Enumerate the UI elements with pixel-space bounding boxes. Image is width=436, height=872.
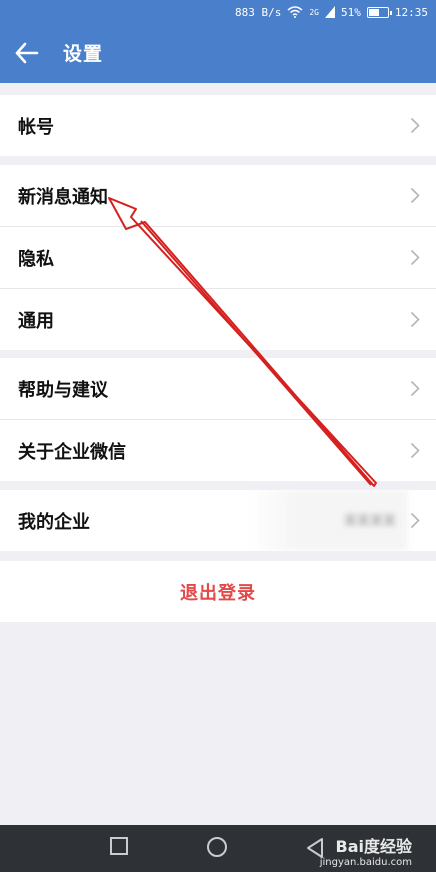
settings-item-label: 帐号 — [18, 116, 54, 138]
app-header: 883 B/s 2G 51% 12:35 设置 — [0, 0, 436, 83]
settings-item-label: 关于企业微信 — [18, 441, 126, 463]
settings-item-privacy[interactable]: 隐私 — [0, 226, 436, 288]
settings-item-label: 通用 — [18, 310, 54, 332]
battery-icon — [366, 6, 392, 18]
enterprise-name-value: 某某某某 — [343, 514, 396, 529]
chevron-right-icon — [410, 187, 420, 204]
watermark-brand: Bai度经验 — [335, 837, 412, 856]
wifi-icon — [287, 6, 303, 18]
settings-item-help[interactable]: 帮助与建议 — [0, 358, 436, 419]
chevron-right-icon — [410, 249, 420, 266]
signal-icon — [325, 6, 335, 18]
settings-item-general[interactable]: 通用 — [0, 288, 436, 350]
home-icon[interactable] — [207, 837, 227, 857]
settings-item-about[interactable]: 关于企业微信 — [0, 419, 436, 481]
settings-item-account[interactable]: 帐号 — [0, 95, 436, 156]
watermark-site: jingyan.baidu.com — [319, 857, 412, 868]
settings-item-label: 隐私 — [18, 248, 54, 270]
settings-group-account: 帐号 — [0, 95, 436, 156]
recent-apps-icon[interactable] — [110, 837, 128, 855]
settings-item-my-enterprise[interactable]: 我的企业 某某某某 — [0, 490, 436, 551]
settings-group-enterprise: 我的企业 某某某某 — [0, 490, 436, 551]
back-arrow-icon[interactable] — [14, 41, 40, 65]
settings-group-general: 新消息通知 隐私 通用 — [0, 165, 436, 350]
chevron-right-icon — [410, 117, 420, 134]
clock: 12:35 — [394, 5, 428, 19]
settings-item-label: 帮助与建议 — [18, 379, 108, 401]
chevron-right-icon — [410, 442, 420, 459]
settings-item-label: 新消息通知 — [18, 186, 108, 208]
chevron-right-icon — [410, 380, 420, 397]
chevron-right-icon — [410, 512, 420, 529]
status-bar: 883 B/s 2G 51% 12:35 — [235, 4, 428, 20]
logout-label: 退出登录 — [180, 582, 256, 604]
network-speed: 883 B/s — [235, 5, 282, 19]
network-type: 2G — [309, 7, 319, 17]
watermark: Bai度经验 jingyan.baidu.com — [320, 833, 412, 868]
battery-percent: 51% — [341, 5, 361, 19]
settings-item-label: 我的企业 — [18, 511, 90, 533]
chevron-right-icon — [410, 311, 420, 328]
page-title: 设置 — [63, 43, 104, 65]
settings-item-notifications[interactable]: 新消息通知 — [0, 165, 436, 226]
settings-group-help: 帮助与建议 关于企业微信 — [0, 358, 436, 481]
logout-button[interactable]: 退出登录 — [0, 561, 436, 622]
system-nav-bar: Bai度经验 jingyan.baidu.com — [0, 825, 436, 872]
